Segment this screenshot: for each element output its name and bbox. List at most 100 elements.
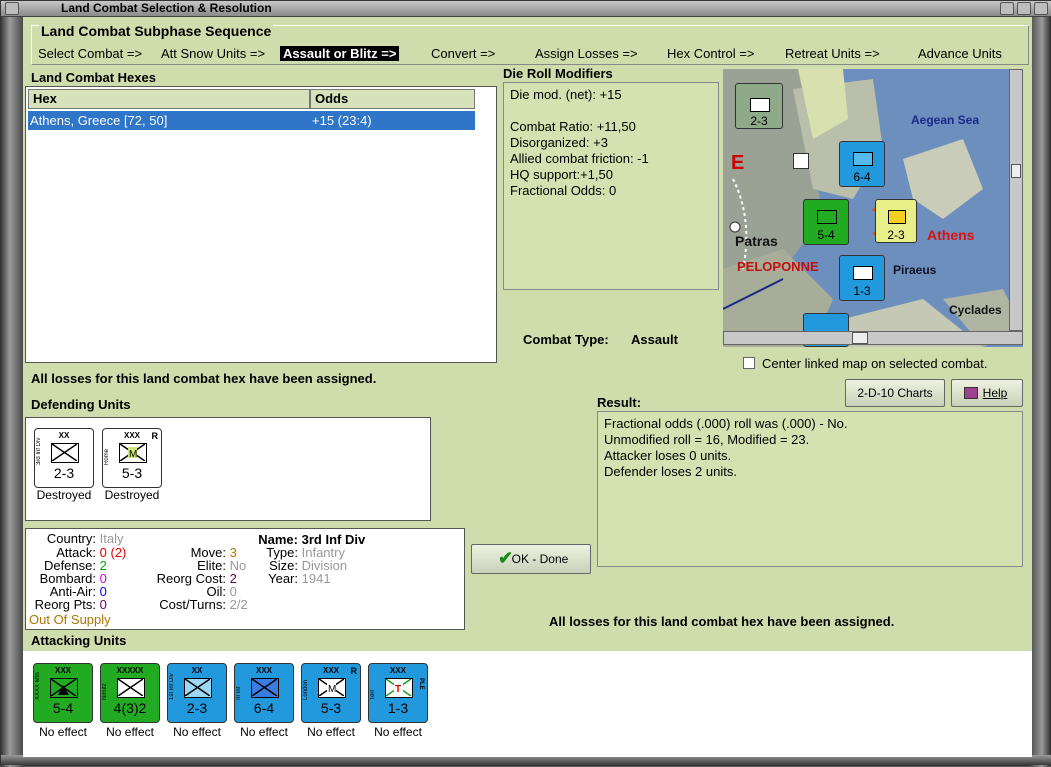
combat-type-value: Assault [631,332,678,347]
unit-name: Terr [370,689,376,700]
odds-column-header[interactable]: Odds [310,89,475,109]
center-map-checkbox[interactable] [743,357,755,369]
help-button[interactable]: Help [951,379,1023,407]
map-hscroll-thumb[interactable] [852,332,868,344]
year-label: Year: [268,571,298,586]
unit-strength: 1-3 [387,700,409,716]
map-counter[interactable]: 2-3 [735,83,783,129]
seq-att-snow-units[interactable]: Att Snow Units => [161,46,265,61]
unit-strength: 6-4 [253,700,275,716]
attacking-unit-counter[interactable]: XXX R London M 5-3 [301,663,361,723]
map-counter[interactable]: 2-3 [875,199,917,243]
unit-info-panel: Country: Italy Attack: 0 (2) Defense: 2 … [25,528,465,630]
map-label-peloponne: PELOPONNE [737,259,819,274]
land-combat-window: Land Combat Selection & Resolution Land … [0,0,1051,767]
reserve-marker: PLE [418,678,424,690]
linked-map[interactable]: E 2-3 6-4 5-4 2-3 1-3 Aegean Sea Athens … [723,69,1023,347]
map-vscroll-thumb[interactable] [1011,164,1021,178]
map-counter[interactable]: 5-4 [803,199,849,245]
table-row[interactable]: Athens, Greece [72, 50] +15 (23:4) [28,111,475,130]
losses-assigned-message: All losses for this land combat hex have… [31,371,377,386]
defending-unit-counter[interactable]: XX 3rd Inf Div 2-3 [34,428,94,488]
hex-column-header[interactable]: Hex [28,89,310,109]
map-counter-symbol [853,266,873,280]
map-horizontal-scrollbar[interactable] [723,331,1023,345]
territorial-icon: T [385,678,413,698]
help-book-icon [964,387,978,399]
unit-status: No effect [307,725,355,739]
attacking-title: Attacking Units [31,633,127,648]
charts-button[interactable]: 2-D-10 Charts [845,379,945,407]
close-icon[interactable] [1034,2,1048,15]
result-line: Defender loses 2 units. [604,464,737,479]
mountain-icon [50,678,78,698]
seq-retreat-units[interactable]: Retreat Units => [785,46,880,61]
seq-convert[interactable]: Convert => [431,46,495,61]
result-title: Result: [597,395,642,410]
reserve-marker: R [151,431,159,441]
odds-cell: +15 (23:4) [312,113,372,128]
map-label-cyclades: Cyclades [949,303,1002,317]
unit-name: III Inf [236,686,242,700]
country-label: Country: [46,531,96,546]
unit-name: Nimitz [102,683,108,700]
map-counter-symbol [750,98,770,112]
modifiers-panel: Die mod. (net): +15 Combat Ratio: +11,50… [503,82,719,290]
attacking-unit-counter[interactable]: XXX PLE Terr T 1-3 [368,663,428,723]
defending-title: Defending Units [31,397,131,412]
maximize-icon[interactable] [1017,2,1031,15]
subphase-sequence-title: Land Combat Subphase Sequence [39,23,274,39]
defending-units-panel: XX 3rd Inf Div 2-3 Destroyed XXX R Rome … [25,417,431,521]
result-panel: Fractional odds (.000) roll was (.000) -… [597,411,1023,567]
cost-turns-label: Cost/Turns: [159,597,226,612]
defending-unit-counter[interactable]: XXX R Rome M 5-3 [102,428,162,488]
unit-size: XX [191,666,203,675]
result-line: Unmodified roll = 16, Modified = 23. [604,432,810,447]
result-line: Attacker loses 0 units. [604,448,732,463]
seq-assault-or-blitz[interactable]: Assault or Blitz => [280,46,400,61]
unit-status: No effect [39,725,87,739]
seq-hex-control[interactable]: Hex Control => [667,46,754,61]
unit-size: XXX [389,666,406,675]
map-counter[interactable]: 1-3 [839,255,885,301]
seq-assign-losses[interactable]: Assign Losses => [535,46,638,61]
map-counter[interactable]: 6-4 [839,141,885,187]
system-menu-icon[interactable] [5,2,19,15]
unit-status: Destroyed [104,488,160,502]
map-label-aegean: Aegean Sea [911,113,980,127]
ok-done-button[interactable]: ✔ OK - Done [471,544,591,574]
unit-name: 3rd Inf Div [36,437,42,465]
attacking-unit-counter[interactable]: XX 1st Inf Div 2-3 [167,663,227,723]
map-label-piraeus: Piraeus [893,263,937,277]
map-vertical-scrollbar[interactable] [1009,69,1023,331]
reorg-pts-value: 0 [99,597,107,612]
attacking-unit-counter[interactable]: XXXXX Nimitz 4(3)2 [100,663,160,723]
unit-status: No effect [106,725,154,739]
unit-size: XXXXX [116,666,144,675]
supply-status: Out Of Supply [29,612,111,627]
window-frame-right [1030,17,1050,767]
cost-turns-value: 2/2 [229,597,248,612]
svg-text:M: M [129,449,137,460]
map-label-athens: Athens [927,227,975,243]
unit-status: No effect [173,725,221,739]
infantry-icon [251,678,279,698]
unit-name: Rome [104,448,110,465]
title-bar: Land Combat Selection & Resolution [1,1,1051,17]
attacking-unit-counter[interactable]: XXX III Inf 6-4 [234,663,294,723]
unit-strength: 2-3 [186,700,208,716]
unit-status: Destroyed [36,488,92,502]
checkmark-icon: ✔ [498,548,514,568]
seq-select-combat[interactable]: Select Combat => [38,46,142,61]
hexes-table: Hex Odds Athens, Greece [72, 50] +15 (23… [25,86,497,363]
seq-advance-units[interactable]: Advance Units [918,46,1002,61]
attack-extra: (2) [110,545,127,560]
attacking-unit-counter[interactable]: XXX XXXX Mtn 5-4 [33,663,93,723]
modifier-line: Allied combat friction: -1 [510,151,649,166]
unit-size: XX [58,431,70,440]
minimize-icon[interactable] [1000,2,1014,15]
modifier-line: Combat Ratio: +11,50 [510,119,636,134]
unit-status: No effect [240,725,288,739]
svg-text:M: M [328,684,336,695]
map-counter-symbol [817,210,837,224]
